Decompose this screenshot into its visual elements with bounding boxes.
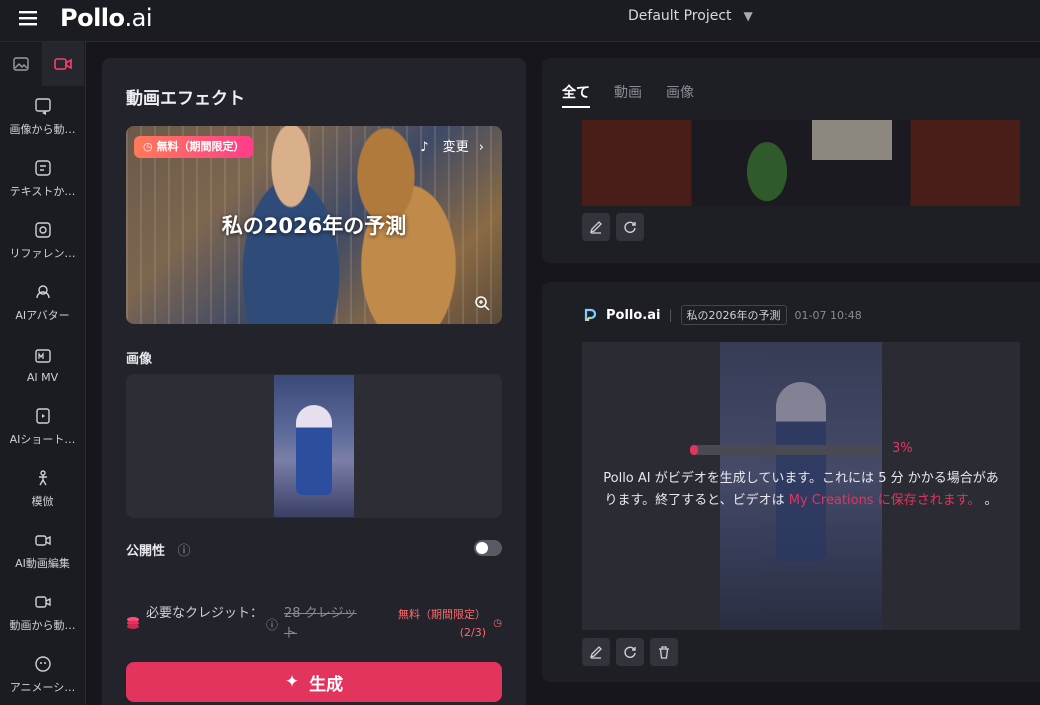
image-to-video-icon	[34, 98, 51, 115]
ai-short-icon	[35, 408, 50, 424]
credits-label: 必要なクレジット：	[146, 606, 264, 621]
generation-message: Pollo AI がビデオを生成しています。これには 5 分 かかる場合がありま…	[603, 471, 999, 508]
creations-tabs: 全て 動画 画像	[542, 58, 1040, 118]
edit-icon	[589, 221, 602, 234]
clock-icon: ◷	[143, 140, 153, 153]
regenerate-button[interactable]	[616, 638, 644, 666]
sidebar-item-label: AI MV	[26, 370, 59, 384]
sidebar-item-5[interactable]: AIショート…	[0, 396, 85, 458]
sidebar-item-0[interactable]: 画像から動…	[0, 86, 85, 148]
sidebar-item-label: テキストか…	[9, 185, 76, 198]
chevron-down-icon: ▼	[743, 9, 753, 23]
generate-button[interactable]: ✦ 生成	[126, 662, 502, 702]
top-bar: Pollo.ai Default Project ▼	[0, 0, 1040, 42]
sidebar-item-8[interactable]: 動画から動…	[0, 582, 85, 644]
sidebar-item-label: AI動画編集	[15, 557, 70, 570]
free-credits: 無料（期間限定） (2/3)	[398, 608, 486, 639]
zoom-in-icon[interactable]	[474, 295, 490, 314]
uploaded-image	[274, 375, 354, 517]
tab-video[interactable]: 動画	[614, 82, 642, 102]
sidebar-item-6[interactable]: 模倣	[0, 458, 85, 520]
panel-title: 動画エフェクト	[126, 89, 245, 109]
refresh-icon	[624, 646, 636, 658]
progress-bar	[690, 445, 882, 455]
sidebar-item-1[interactable]: テキストか…	[0, 148, 85, 210]
clock-icon: ◷	[493, 618, 502, 629]
original-credits: 28 クレジット	[284, 606, 357, 641]
tab-image[interactable]: 画像	[666, 82, 694, 102]
sidebar-item-4[interactable]: AI MV	[0, 334, 85, 396]
ai-mv-icon	[34, 348, 51, 363]
free-badge: ◷ 無料（期間限定）	[134, 136, 254, 158]
sidebar-item-label: AIアバター	[15, 309, 70, 322]
sidebar-item-9[interactable]: アニメーシ…	[0, 644, 85, 705]
job-brand: Pollo.ai	[606, 307, 661, 323]
imitate-icon	[38, 470, 47, 486]
info-icon[interactable]: ⓘ	[266, 616, 278, 633]
ai-avatar-icon	[35, 285, 50, 299]
timestamp: 01-07 10:48	[794, 308, 862, 322]
sidebar: 画像から動… テキストか… リファレン… AIアバター AI MV AIショート… 模倣 AI…	[0, 42, 86, 705]
generation-preview: 3% Pollo AI がビデオを生成しています。これには 5 分 かかる場合が…	[582, 342, 1020, 630]
sparkle-icon: ✦	[284, 672, 300, 692]
creation-thumbnail[interactable]	[582, 120, 1020, 206]
sidebar-item-label: 模倣	[31, 495, 54, 508]
coins-icon	[127, 617, 139, 629]
sidebar-item-7[interactable]: AI動画編集	[0, 520, 85, 582]
creation-card	[542, 118, 1040, 263]
tab-video-mode[interactable]	[42, 42, 84, 86]
effect-tag: 私の2026年の予測	[680, 305, 787, 325]
video-effect-panel: 動画エフェクト ◷ 無料（期間限定） ♪ 変更 › 私の2026年の予測 画像 …	[102, 58, 526, 705]
progress-fill	[690, 445, 698, 455]
image-upload-area[interactable]	[126, 374, 502, 518]
change-effect-button[interactable]: ♪ 変更 ›	[420, 136, 484, 155]
active-tab-indicator	[562, 106, 590, 108]
effect-title: 私の2026年の予測	[221, 214, 407, 238]
brand-logo[interactable]: Pollo.ai	[60, 4, 153, 32]
animation-icon	[34, 656, 51, 672]
regenerate-button[interactable]	[616, 213, 644, 241]
edit-button[interactable]	[582, 638, 610, 666]
pollo-logo-icon	[584, 308, 597, 321]
menu-icon[interactable]	[18, 8, 40, 30]
sidebar-item-2[interactable]: リファレン…	[0, 210, 85, 272]
refresh-icon	[624, 221, 636, 233]
visibility-label: 公開性 ⓘ	[126, 544, 191, 559]
separator: |	[668, 308, 673, 322]
sidebar-item-3[interactable]: AIアバター	[0, 272, 85, 334]
chevron-right-icon: ›	[478, 140, 484, 155]
reference-icon	[34, 222, 51, 238]
video-to-video-icon	[34, 596, 51, 608]
generation-job-card: Pollo.ai | 私の2026年の予測 01-07 10:48 3% Pol…	[542, 282, 1040, 682]
effect-card[interactable]: ◷ 無料（期間限定） ♪ 変更 › 私の2026年の予測	[126, 126, 502, 324]
trash-icon	[659, 646, 669, 659]
sidebar-item-label: 画像から動…	[9, 123, 76, 136]
image-icon	[13, 57, 29, 71]
image-label: 画像	[126, 352, 153, 367]
visibility-toggle[interactable]	[474, 540, 502, 556]
sidebar-item-label: 動画から動…	[9, 619, 76, 632]
project-name: Default Project	[628, 8, 732, 24]
credits-row: 必要なクレジット： ⓘ 28 クレジット 無料（期間限定） (2/3) ◷	[126, 604, 502, 644]
creations-panel: 全て 動画 画像 Pollo.ai | 私の2026年の予測 01-07 10:…	[542, 58, 1040, 705]
ai-video-edit-icon	[34, 535, 51, 546]
tiktok-icon: ♪	[420, 140, 429, 155]
project-selector[interactable]: Default Project ▼	[628, 8, 753, 24]
edit-icon	[589, 646, 602, 659]
sidebar-item-label: リファレン…	[9, 247, 76, 260]
sidebar-item-label: AIショート…	[9, 433, 76, 446]
delete-button[interactable]	[650, 638, 678, 666]
video-icon	[54, 58, 72, 70]
tab-image-mode[interactable]	[0, 42, 42, 86]
my-creations-link[interactable]: My Creations に保存されます。	[789, 493, 981, 508]
progress-percent: 3%	[892, 441, 913, 456]
edit-button[interactable]	[582, 213, 610, 241]
text-to-video-icon	[34, 160, 51, 176]
tab-all[interactable]: 全て	[562, 82, 590, 102]
info-icon[interactable]: ⓘ	[178, 544, 191, 559]
sidebar-item-label: アニメーシ…	[9, 681, 76, 694]
